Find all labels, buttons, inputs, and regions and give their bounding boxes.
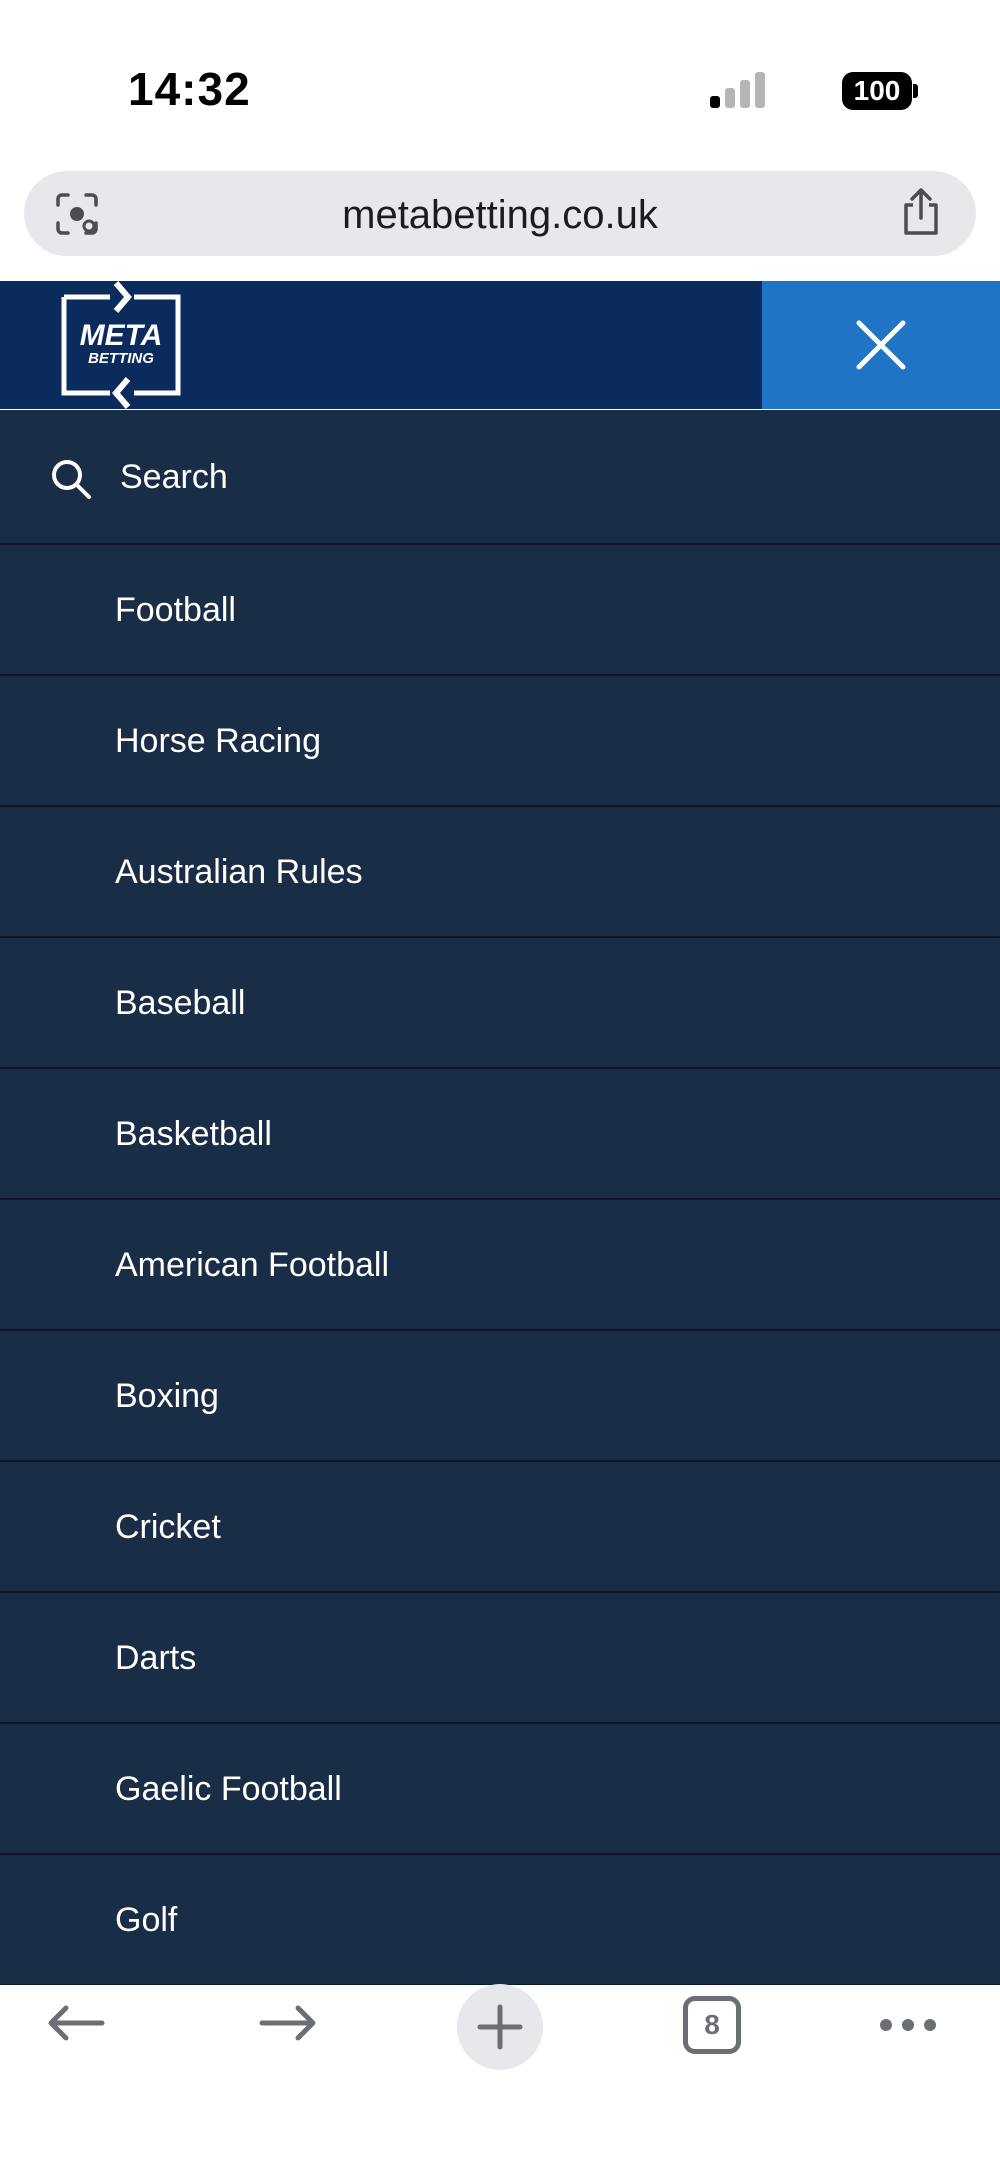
page: 14:32 100 metabetting.co.uk META BETTING… — [0, 0, 1000, 2171]
close-icon — [856, 320, 906, 370]
back-arrow-icon[interactable] — [46, 2005, 106, 2041]
menu-item-label: Golf — [115, 1901, 178, 1939]
forward-arrow-icon[interactable] — [258, 2005, 318, 2041]
logo-text-betting: BETTING — [88, 350, 154, 367]
menu-item-boxing[interactable]: Boxing — [0, 1331, 1000, 1462]
address-bar[interactable]: metabetting.co.uk — [24, 171, 976, 256]
menu-search[interactable]: Search — [0, 410, 1000, 545]
search-icon — [52, 460, 91, 499]
menu-item-label: American Football — [115, 1246, 390, 1284]
menu-item-label: Baseball — [115, 984, 246, 1022]
meta-betting-logo[interactable]: META BETTING — [50, 281, 190, 409]
menu-item-label: Australian Rules — [115, 853, 363, 891]
status-bar: 14:32 100 — [0, 0, 1000, 165]
search-label: Search — [120, 458, 228, 496]
menu-item-horse-racing[interactable]: Horse Racing — [0, 676, 1000, 807]
new-tab-button[interactable] — [457, 1984, 543, 2070]
status-time: 14:32 — [128, 63, 251, 115]
logo-text-meta: META — [80, 319, 163, 352]
menu-item-baseball[interactable]: Baseball — [0, 938, 1000, 1069]
share-icon[interactable] — [900, 187, 942, 237]
url-text[interactable]: metabetting.co.uk — [24, 193, 976, 238]
menu-item-label: Darts — [115, 1639, 197, 1677]
site-header: META BETTING — [0, 281, 1000, 409]
menu-item-label: Football — [115, 591, 236, 629]
menu-item-cricket[interactable]: Cricket — [0, 1462, 1000, 1593]
menu-item-gaelic-football[interactable]: Gaelic Football — [0, 1724, 1000, 1855]
menu-item-label: Basketball — [115, 1115, 272, 1153]
plus-icon — [477, 2004, 523, 2050]
menu-item-darts[interactable]: Darts — [0, 1593, 1000, 1724]
menu-item-american-football[interactable]: American Football — [0, 1200, 1000, 1331]
menu-item-label: Horse Racing — [115, 722, 321, 760]
menu-item-label: Boxing — [115, 1377, 219, 1415]
tab-switcher-button[interactable]: 8 — [683, 1996, 741, 2054]
battery-icon: 100 — [842, 72, 918, 110]
signal-icon — [710, 72, 766, 108]
menu-item-basketball[interactable]: Basketball — [0, 1069, 1000, 1200]
sports-menu: Search Football Horse Racing Australian … — [0, 410, 1000, 1985]
menu-item-australian-rules[interactable]: Australian Rules — [0, 807, 1000, 938]
menu-item-golf[interactable]: Golf — [0, 1855, 1000, 1985]
menu-item-football[interactable]: Football — [0, 545, 1000, 676]
close-menu-button[interactable] — [762, 281, 1000, 409]
battery-level: 100 — [842, 72, 912, 110]
browser-toolbar: 8 — [0, 1984, 1000, 2171]
menu-item-label: Gaelic Football — [115, 1770, 342, 1808]
more-icon[interactable] — [878, 2017, 938, 2033]
menu-item-label: Cricket — [115, 1508, 221, 1546]
